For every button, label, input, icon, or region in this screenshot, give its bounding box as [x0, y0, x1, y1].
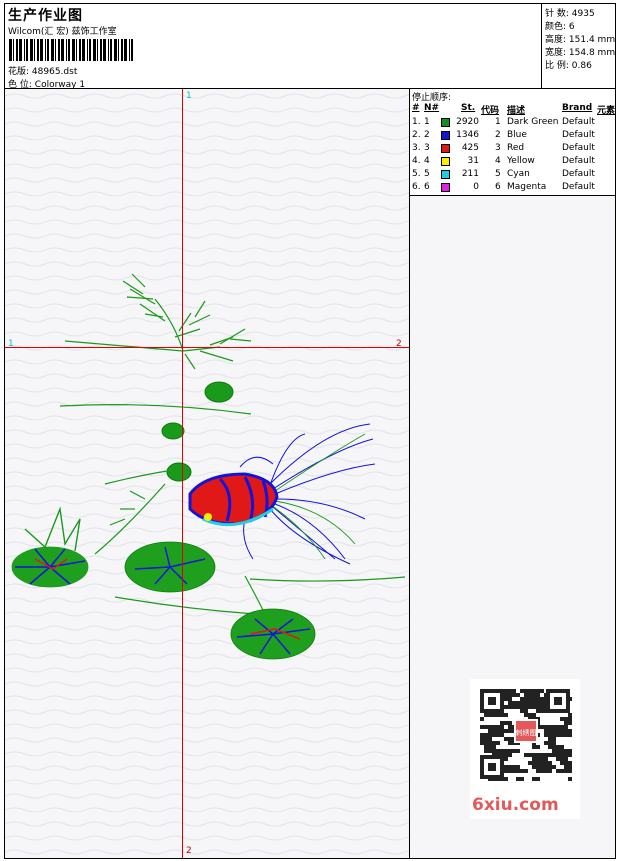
axis-label-left: 1	[8, 339, 14, 349]
row-brand: Default	[562, 117, 595, 127]
design-label: 花版:	[8, 67, 30, 77]
color-swatch	[441, 131, 450, 140]
col-st: St.	[461, 103, 476, 113]
col-n: N#	[424, 103, 440, 113]
design-stats: 针 数: 4935 颜色: 6 高度: 151.4 mm 宽度: 154.8 m…	[542, 4, 615, 89]
design-file: 花版: 48965.dst	[8, 64, 77, 77]
row-code: 3	[495, 143, 501, 153]
stat-width: 宽度: 154.8 mm	[545, 48, 616, 58]
color-swatch	[441, 170, 450, 179]
row-code: 6	[495, 182, 501, 192]
row-desc: Red	[507, 143, 525, 153]
col-brand: Brand	[562, 103, 593, 113]
col-num: #	[412, 103, 420, 113]
stop-sequence-panel: 停止顺序: # N# St. 代码 描述 Brand 元素 1. 1 2920 1 Da…	[410, 89, 615, 858]
production-sheet: 生产作业图 Wilcom(汇 宏) 兹饰工作室 花版: 48965.dst 色 …	[4, 3, 616, 859]
row-num: 1.	[412, 117, 421, 127]
axis-label-bottom: 2	[186, 846, 192, 856]
row-brand: Default	[562, 169, 595, 179]
row-code: 2	[495, 130, 501, 140]
row-n: 6	[424, 182, 430, 192]
row-stitches: 425	[461, 143, 479, 153]
color-swatch	[441, 118, 450, 127]
stop-row[interactable]: 1. 1 2920 1 Dark Green Default	[410, 117, 615, 130]
sheet-title: 生产作业图	[8, 8, 83, 24]
axis-label-top: 1	[186, 91, 192, 101]
row-brand: Default	[562, 130, 595, 140]
stat-height: 高度: 151.4 mm	[545, 35, 616, 45]
lily-pad-bottom	[230, 608, 316, 660]
stop-row[interactable]: 6. 6 0 6 Magenta Default	[410, 182, 615, 195]
row-stitches: 0	[473, 182, 479, 192]
row-n: 2	[424, 130, 430, 140]
row-num: 4.	[412, 156, 421, 166]
row-brand: Default	[562, 143, 595, 153]
row-stitches: 211	[461, 169, 479, 179]
stat-stitches: 针 数: 4935	[545, 9, 595, 19]
lily-pad-center	[124, 541, 216, 593]
row-stitches: 1346	[456, 130, 479, 140]
row-desc: Cyan	[507, 169, 530, 179]
stop-sequence-table: 停止顺序: # N# St. 代码 描述 Brand 元素 1. 1 2920 1 Da…	[410, 89, 615, 196]
company-name: Wilcom(汇 宏) 兹饰工作室	[8, 27, 117, 37]
stop-row[interactable]: 4. 4 31 4 Yellow Default	[410, 156, 615, 169]
row-desc: Blue	[507, 130, 527, 140]
stop-sequence-title: 停止顺序:	[412, 93, 452, 103]
row-n: 4	[424, 156, 430, 166]
row-brand: Default	[562, 156, 595, 166]
row-code: 4	[495, 156, 501, 166]
row-num: 6.	[412, 182, 421, 192]
row-desc: Dark Green	[507, 117, 559, 127]
embroidery-preview	[5, 89, 409, 858]
design-value: 48965.dst	[31, 67, 78, 77]
col-desc: 描述	[507, 106, 526, 116]
site-watermark: 6xiu.com	[472, 795, 559, 815]
row-code: 5	[495, 169, 501, 179]
row-num: 5.	[412, 169, 421, 179]
design-canvas[interactable]: 1 1 2 2	[5, 89, 410, 858]
row-code: 1	[495, 117, 501, 127]
row-num: 3.	[412, 143, 421, 153]
color-swatch	[441, 144, 450, 153]
row-brand: Default	[562, 182, 595, 192]
stat-colors: 颜色: 6	[545, 22, 575, 32]
header-info: 生产作业图 Wilcom(汇 宏) 兹饰工作室 花版: 48965.dst 色 …	[5, 4, 542, 90]
row-n: 1	[424, 117, 430, 127]
stop-row[interactable]: 5. 5 211 5 Cyan Default	[410, 169, 615, 182]
barcode	[9, 39, 133, 61]
col-element: 元素	[597, 106, 616, 116]
fish-fin-yellow	[204, 513, 212, 521]
axis-label-right: 2	[396, 339, 402, 349]
axis-horizontal	[5, 347, 409, 348]
stat-scale: 比 例: 0.86	[545, 61, 592, 71]
stop-row[interactable]: 2. 2 1346 2 Blue Default	[410, 130, 615, 143]
row-n: 5	[424, 169, 430, 179]
row-num: 2.	[412, 130, 421, 140]
stop-row[interactable]: 3. 3 425 3 Red Default	[410, 143, 615, 156]
row-desc: Magenta	[507, 182, 547, 192]
color-swatch	[441, 183, 450, 192]
axis-vertical	[182, 89, 183, 858]
qr-center-text: 刺绣图	[516, 728, 537, 737]
col-code: 代码	[481, 106, 500, 116]
color-swatch	[441, 157, 450, 166]
row-stitches: 31	[467, 156, 479, 166]
row-n: 3	[424, 143, 430, 153]
row-desc: Yellow	[507, 156, 535, 166]
qr-code: 刺绣图	[480, 689, 572, 781]
row-stitches: 2920	[456, 117, 479, 127]
